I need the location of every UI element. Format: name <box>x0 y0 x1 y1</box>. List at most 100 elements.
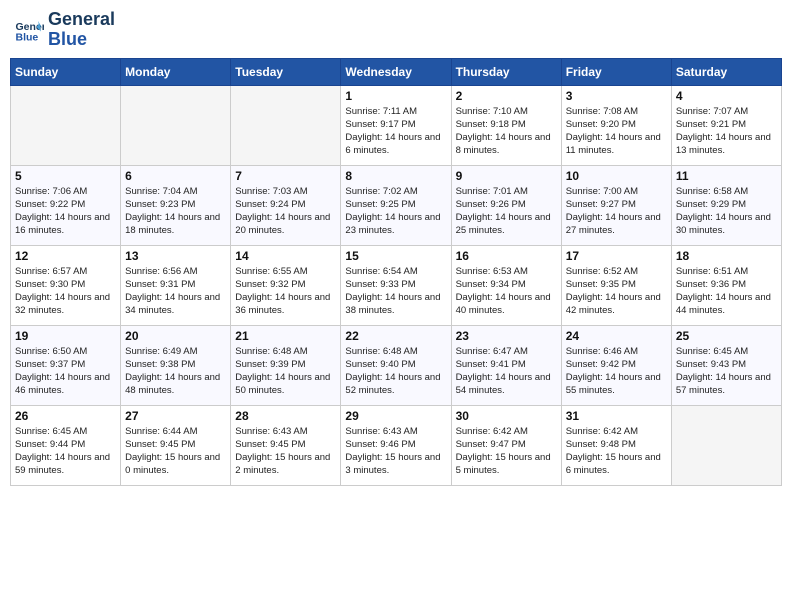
calendar-cell: 10 Sunrise: 7:00 AMSunset: 9:27 PMDayligh… <box>561 165 671 245</box>
day-number: 17 <box>566 249 667 263</box>
day-number: 4 <box>676 89 777 103</box>
day-info: Sunrise: 6:43 AMSunset: 9:46 PMDaylight:… <box>345 425 446 478</box>
day-number: 15 <box>345 249 446 263</box>
calendar-body: 1 Sunrise: 7:11 AMSunset: 9:17 PMDaylight… <box>11 85 782 485</box>
day-info: Sunrise: 7:03 AMSunset: 9:24 PMDaylight:… <box>235 185 336 238</box>
day-info: Sunrise: 6:55 AMSunset: 9:32 PMDaylight:… <box>235 265 336 318</box>
column-header-thursday: Thursday <box>451 58 561 85</box>
calendar-cell <box>11 85 121 165</box>
day-info: Sunrise: 6:43 AMSunset: 9:45 PMDaylight:… <box>235 425 336 478</box>
day-number: 14 <box>235 249 336 263</box>
logo-text: General Blue <box>48 10 115 50</box>
calendar-cell: 23 Sunrise: 6:47 AMSunset: 9:41 PMDayligh… <box>451 325 561 405</box>
day-info: Sunrise: 6:56 AMSunset: 9:31 PMDaylight:… <box>125 265 226 318</box>
page-header: General Blue General Blue <box>10 10 782 50</box>
calendar-cell: 1 Sunrise: 7:11 AMSunset: 9:17 PMDaylight… <box>341 85 451 165</box>
day-number: 1 <box>345 89 446 103</box>
day-number: 25 <box>676 329 777 343</box>
day-number: 30 <box>456 409 557 423</box>
day-number: 12 <box>15 249 116 263</box>
calendar-cell: 25Sunrise: 6:45 AMSunset: 9:43 PMDayligh… <box>671 325 781 405</box>
day-number: 26 <box>15 409 116 423</box>
calendar-week-row: 1 Sunrise: 7:11 AMSunset: 9:17 PMDaylight… <box>11 85 782 165</box>
calendar-cell: 27 Sunrise: 6:44 AMSunset: 9:45 PMDayligh… <box>121 405 231 485</box>
day-info: Sunrise: 7:02 AMSunset: 9:25 PMDaylight:… <box>345 185 446 238</box>
calendar-week-row: 12 Sunrise: 6:57 AMSunset: 9:30 PMDayligh… <box>11 245 782 325</box>
logo-icon: General Blue <box>14 15 44 45</box>
calendar-cell: 19Sunrise: 6:50 AMSunset: 9:37 PMDayligh… <box>11 325 121 405</box>
calendar-cell: 4 Sunrise: 7:07 AMSunset: 9:21 PMDaylight… <box>671 85 781 165</box>
day-info: Sunrise: 6:47 AMSunset: 9:41 PMDaylight:… <box>456 345 557 398</box>
day-info: Sunrise: 6:48 AMSunset: 9:40 PMDaylight:… <box>345 345 446 398</box>
day-number: 18 <box>676 249 777 263</box>
day-info: Sunrise: 6:57 AMSunset: 9:30 PMDaylight:… <box>15 265 116 318</box>
day-info: Sunrise: 7:07 AMSunset: 9:21 PMDaylight:… <box>676 105 777 158</box>
day-number: 28 <box>235 409 336 423</box>
calendar-cell: 8Sunrise: 7:02 AMSunset: 9:25 PMDaylight… <box>341 165 451 245</box>
column-header-tuesday: Tuesday <box>231 58 341 85</box>
calendar-cell: 12 Sunrise: 6:57 AMSunset: 9:30 PMDayligh… <box>11 245 121 325</box>
svg-text:Blue: Blue <box>16 31 39 43</box>
calendar-cell: 13 Sunrise: 6:56 AMSunset: 9:31 PMDayligh… <box>121 245 231 325</box>
day-number: 10 <box>566 169 667 183</box>
calendar-cell: 26 Sunrise: 6:45 AMSunset: 9:44 PMDayligh… <box>11 405 121 485</box>
day-number: 31 <box>566 409 667 423</box>
calendar-cell: 28 Sunrise: 6:43 AMSunset: 9:45 PMDayligh… <box>231 405 341 485</box>
calendar-cell: 3 Sunrise: 7:08 AMSunset: 9:20 PMDaylight… <box>561 85 671 165</box>
day-info: Sunrise: 6:58 AMSunset: 9:29 PMDaylight:… <box>676 185 777 238</box>
day-number: 23 <box>456 329 557 343</box>
day-number: 3 <box>566 89 667 103</box>
calendar-cell <box>121 85 231 165</box>
day-number: 7 <box>235 169 336 183</box>
column-header-saturday: Saturday <box>671 58 781 85</box>
day-number: 16 <box>456 249 557 263</box>
day-info: Sunrise: 6:45 AMSunset: 9:44 PMDaylight:… <box>15 425 116 478</box>
calendar-week-row: 19Sunrise: 6:50 AMSunset: 9:37 PMDayligh… <box>11 325 782 405</box>
calendar-cell: 9Sunrise: 7:01 AMSunset: 9:26 PMDaylight… <box>451 165 561 245</box>
day-info: Sunrise: 7:01 AMSunset: 9:26 PMDaylight:… <box>456 185 557 238</box>
column-header-wednesday: Wednesday <box>341 58 451 85</box>
calendar-cell: 11 Sunrise: 6:58 AMSunset: 9:29 PMDayligh… <box>671 165 781 245</box>
column-header-sunday: Sunday <box>11 58 121 85</box>
calendar-cell: 29Sunrise: 6:43 AMSunset: 9:46 PMDayligh… <box>341 405 451 485</box>
calendar-cell: 7 Sunrise: 7:03 AMSunset: 9:24 PMDaylight… <box>231 165 341 245</box>
calendar-week-row: 26 Sunrise: 6:45 AMSunset: 9:44 PMDayligh… <box>11 405 782 485</box>
day-number: 13 <box>125 249 226 263</box>
column-header-monday: Monday <box>121 58 231 85</box>
day-number: 6 <box>125 169 226 183</box>
day-info: Sunrise: 6:48 AMSunset: 9:39 PMDaylight:… <box>235 345 336 398</box>
day-info: Sunrise: 6:42 AMSunset: 9:47 PMDaylight:… <box>456 425 557 478</box>
day-info: Sunrise: 6:49 AMSunset: 9:38 PMDaylight:… <box>125 345 226 398</box>
column-header-friday: Friday <box>561 58 671 85</box>
day-info: Sunrise: 7:06 AMSunset: 9:22 PMDaylight:… <box>15 185 116 238</box>
day-info: Sunrise: 6:44 AMSunset: 9:45 PMDaylight:… <box>125 425 226 478</box>
day-info: Sunrise: 6:53 AMSunset: 9:34 PMDaylight:… <box>456 265 557 318</box>
day-info: Sunrise: 6:42 AMSunset: 9:48 PMDaylight:… <box>566 425 667 478</box>
day-info: Sunrise: 6:51 AMSunset: 9:36 PMDaylight:… <box>676 265 777 318</box>
calendar-week-row: 5Sunrise: 7:06 AMSunset: 9:22 PMDaylight… <box>11 165 782 245</box>
calendar-cell: 16 Sunrise: 6:53 AMSunset: 9:34 PMDayligh… <box>451 245 561 325</box>
day-info: Sunrise: 7:04 AMSunset: 9:23 PMDaylight:… <box>125 185 226 238</box>
calendar-cell <box>671 405 781 485</box>
logo: General Blue General Blue <box>14 10 115 50</box>
day-number: 24 <box>566 329 667 343</box>
day-info: Sunrise: 6:46 AMSunset: 9:42 PMDaylight:… <box>566 345 667 398</box>
calendar-cell: 5Sunrise: 7:06 AMSunset: 9:22 PMDaylight… <box>11 165 121 245</box>
day-info: Sunrise: 7:08 AMSunset: 9:20 PMDaylight:… <box>566 105 667 158</box>
calendar-cell: 30 Sunrise: 6:42 AMSunset: 9:47 PMDayligh… <box>451 405 561 485</box>
day-info: Sunrise: 6:50 AMSunset: 9:37 PMDaylight:… <box>15 345 116 398</box>
day-info: Sunrise: 7:11 AMSunset: 9:17 PMDaylight:… <box>345 105 446 158</box>
calendar-cell: 6 Sunrise: 7:04 AMSunset: 9:23 PMDaylight… <box>121 165 231 245</box>
day-info: Sunrise: 6:54 AMSunset: 9:33 PMDaylight:… <box>345 265 446 318</box>
calendar-cell: 21Sunrise: 6:48 AMSunset: 9:39 PMDayligh… <box>231 325 341 405</box>
day-info: Sunrise: 7:00 AMSunset: 9:27 PMDaylight:… <box>566 185 667 238</box>
day-info: Sunrise: 6:52 AMSunset: 9:35 PMDaylight:… <box>566 265 667 318</box>
calendar-cell: 14 Sunrise: 6:55 AMSunset: 9:32 PMDayligh… <box>231 245 341 325</box>
day-number: 27 <box>125 409 226 423</box>
day-number: 11 <box>676 169 777 183</box>
calendar-table: SundayMondayTuesdayWednesdayThursdayFrid… <box>10 58 782 486</box>
calendar-cell: 31 Sunrise: 6:42 AMSunset: 9:48 PMDayligh… <box>561 405 671 485</box>
day-number: 20 <box>125 329 226 343</box>
calendar-header-row: SundayMondayTuesdayWednesdayThursdayFrid… <box>11 58 782 85</box>
calendar-cell: 18 Sunrise: 6:51 AMSunset: 9:36 PMDayligh… <box>671 245 781 325</box>
